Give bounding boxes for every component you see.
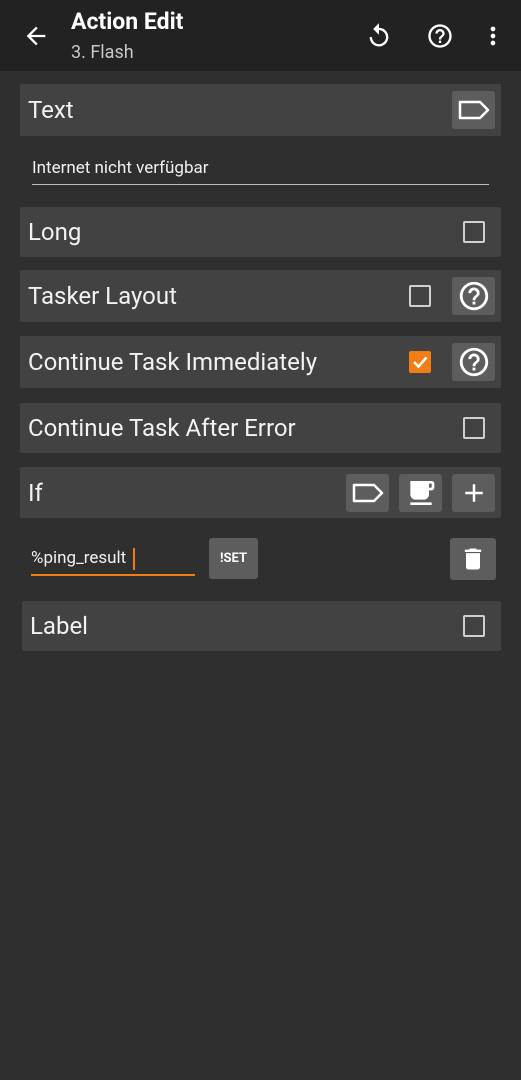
help-icon[interactable] [426,22,454,50]
reset-icon[interactable] [365,22,393,50]
option-continue-after-error-checkbox[interactable] [463,417,485,439]
variable-tag-button[interactable] [452,91,495,129]
condition-variable-tag-button[interactable] [346,473,389,512]
text-param-row: Text [20,84,501,136]
condition-variable-input[interactable]: %ping_result [31,542,195,576]
page-subtitle: 3. Flash [71,42,134,63]
condition-if-row: If [20,467,501,518]
option-tasker-layout-label: Tasker Layout [28,282,177,310]
label-tag-icon [352,483,383,502]
condition-variable-value: %ping_result [31,548,127,568]
coffee-icon [409,480,434,505]
label-tag-icon [458,100,489,120]
option-label-row: Label [22,601,501,651]
option-tasker-layout-checkbox[interactable] [409,285,431,307]
option-continue-after-error-label: Continue Task After Error [28,414,296,442]
option-label-label: Label [30,612,89,640]
option-label-checkbox[interactable] [463,615,485,637]
condition-line: %ping_result !SET [20,530,501,586]
help-icon [459,347,488,377]
option-continue-immediately-label: Continue Task Immediately [28,348,318,376]
trash-icon [464,548,482,570]
help-icon [459,281,488,311]
check-icon [413,356,428,369]
option-long-row: Long [20,207,501,257]
tasker-layout-help-button[interactable] [452,277,495,315]
condition-operator-button[interactable]: !SET [209,538,258,579]
text-param-label: Text [28,96,74,124]
option-tasker-layout-row: Tasker Layout [20,270,501,322]
option-long-checkbox[interactable] [463,221,485,243]
option-continue-immediately-row: Continue Task Immediately [20,336,501,388]
option-continue-immediately-checkbox[interactable] [409,351,431,373]
text-cursor [133,548,135,570]
condition-add-button[interactable] [452,473,495,512]
option-continue-after-error-row: Continue Task After Error [20,403,501,453]
condition-if-label: If [28,478,43,507]
plus-icon [464,483,483,502]
back-arrow-icon[interactable] [22,22,50,50]
page-title: Action Edit [71,8,184,35]
text-param-input[interactable]: Internet nicht verfügbar [32,158,489,185]
condition-coffee-button[interactable] [399,473,442,512]
text-param-value: Internet nicht verfügbar [32,158,209,178]
more-vert-icon[interactable] [479,22,507,50]
option-long-label: Long [28,218,82,246]
app-bar: Action Edit 3. Flash [0,0,521,71]
continue-immediately-help-button[interactable] [452,343,495,381]
condition-delete-button[interactable] [450,538,496,580]
